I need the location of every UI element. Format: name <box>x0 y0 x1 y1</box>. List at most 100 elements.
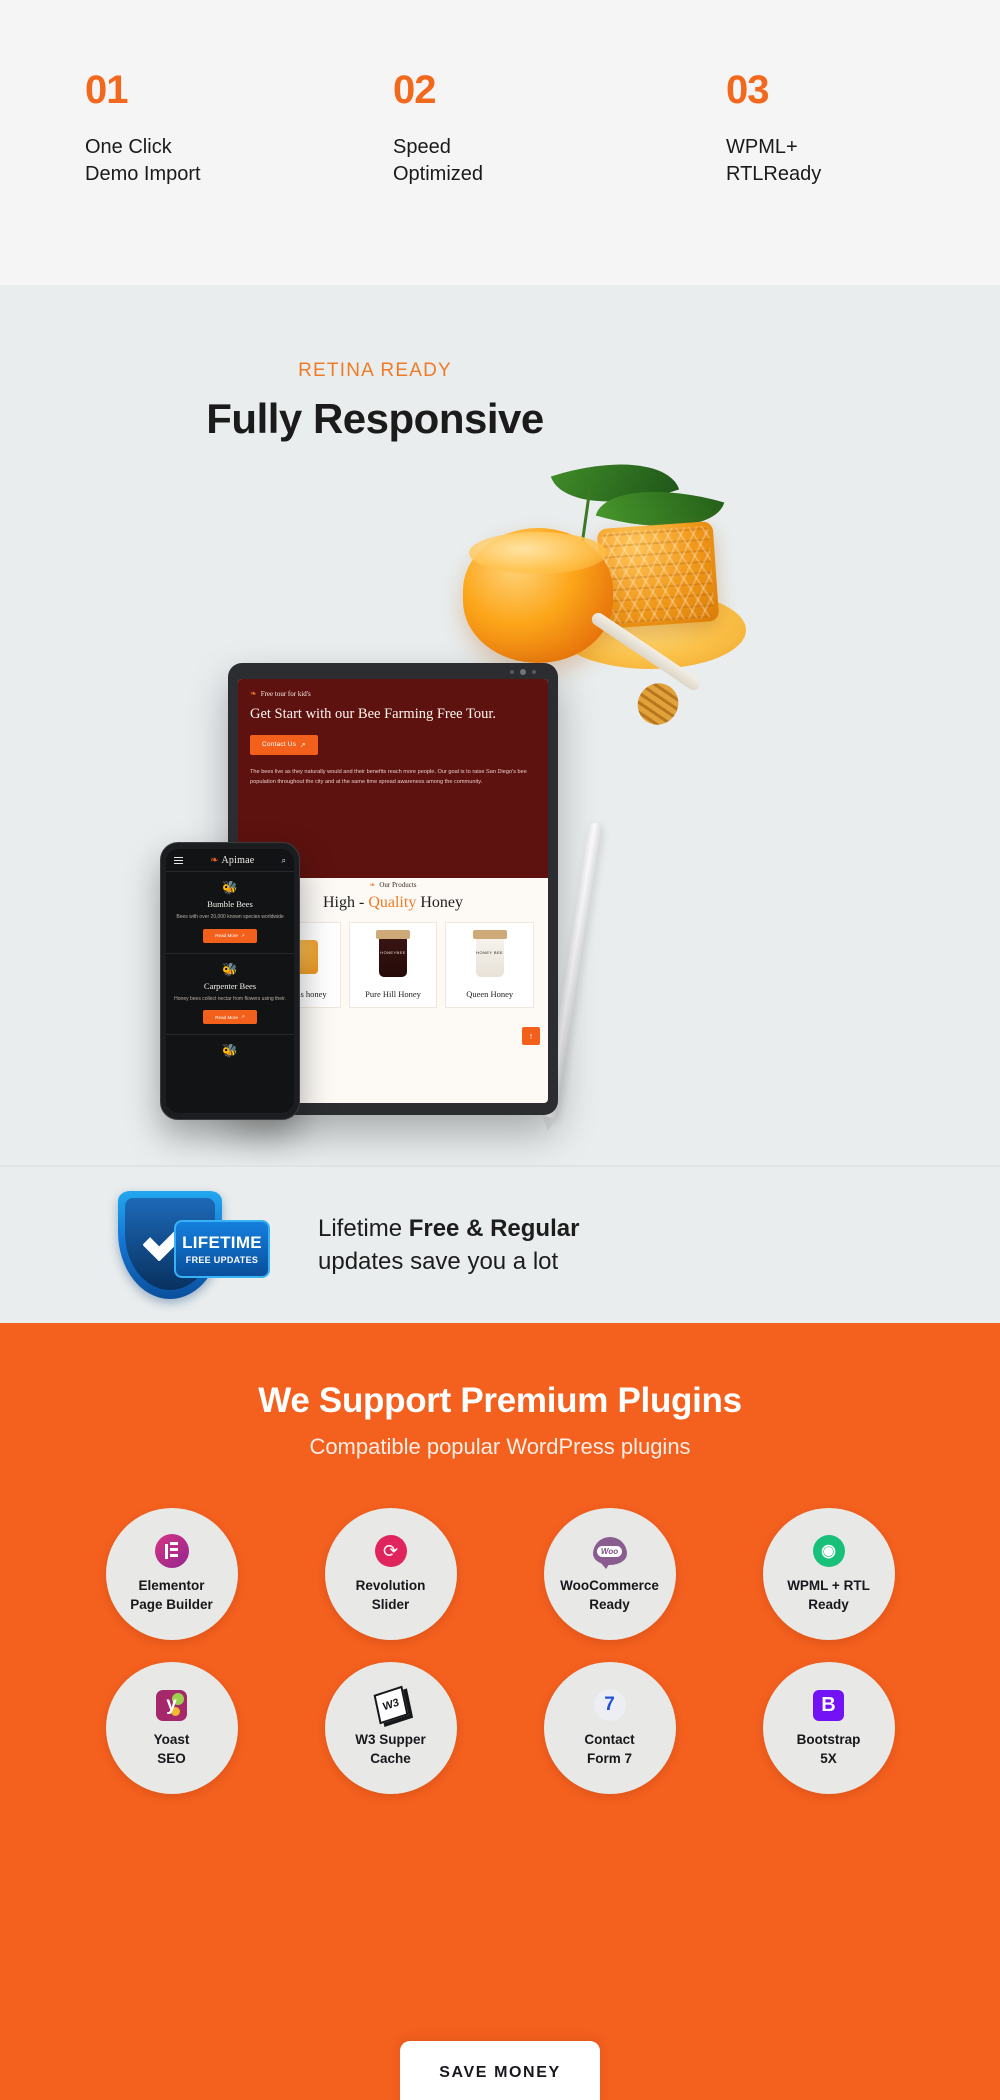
tablet-products-eyebrow-label: Our Products <box>379 881 417 889</box>
plugin-yoast-seo[interactable]: y Yoast SEO <box>105 1662 238 1794</box>
feature-label: WPML+ RTLReady <box>726 136 822 185</box>
phone-card-title: Carpenter Bees <box>203 980 257 991</box>
camera-dot-icon <box>510 670 514 674</box>
tablet-headline: Get Start with our Bee Farming Free Tour… <box>250 706 496 722</box>
tablet-contact-label: Contact Us <box>262 741 297 749</box>
bee-icon: ❧ <box>369 881 376 889</box>
products-title-part2: Honey <box>416 894 463 911</box>
plugin-label: Yoast SEO <box>153 1732 190 1766</box>
hero-title: Fully Responsive <box>206 395 544 442</box>
product-card[interactable]: HONEY BEE Queen Honey <box>445 922 535 1009</box>
phone-read-more-button[interactable]: Read More ↗ <box>203 928 257 943</box>
tablet-hero-block: ❧ Free tour for kid's Get Start with our… <box>238 679 548 878</box>
plugins-grid: Elementor Page Builder ⟳ Revolution Slid… <box>0 1508 1000 1794</box>
camera-lens-icon <box>520 669 526 675</box>
feature-number: 03 <box>726 68 770 112</box>
dark-jar-product-image: HONEYBEE <box>354 930 433 983</box>
hamburger-menu-icon[interactable] <box>174 856 183 865</box>
plugin-w3-super-cache[interactable]: W3 W3 Supper Cache <box>324 1662 457 1794</box>
products-title-part1: High - <box>323 894 369 911</box>
bee-icon: ❧ <box>210 855 219 866</box>
jar-label: HONEYBEE <box>380 950 406 955</box>
bee-icon: 🐝 <box>221 880 239 895</box>
features-section: 01 One Click Demo Import 02 Speed Optimi… <box>0 0 1000 285</box>
hero-eyebrow: RETINA READY <box>298 360 452 381</box>
feature-label: One Click Demo Import <box>85 136 201 185</box>
plugin-elementor[interactable]: Elementor Page Builder <box>105 1508 238 1640</box>
feature-item-2: 02 Speed Optimized <box>333 70 666 285</box>
lifetime-text-part2: updates save you a lot <box>318 1248 559 1275</box>
save-money-button[interactable]: SAVE MONEY <box>400 2041 600 2100</box>
badge-line-1: LIFETIME <box>182 1232 262 1252</box>
jar-label: HONEY BEE <box>476 950 504 955</box>
phone-card-text: Bees with over 20,000 known species worl… <box>176 914 284 920</box>
feature-number: 01 <box>85 68 129 112</box>
feature-label: Speed Optimized <box>393 136 484 185</box>
phone-navbar: ❧ Apimae ⌕ <box>166 849 294 871</box>
product-name: Pure Hill Honey <box>365 989 421 999</box>
phone-mockup: ❧ Apimae ⌕ 🐝 Bumble Bees Bees with over … <box>160 842 300 1120</box>
lifetime-free-updates-badge: LIFETIME FREE UPDATES <box>118 1191 270 1299</box>
search-icon[interactable]: ⌕ <box>282 856 286 866</box>
plugin-wpml[interactable]: ◉ WPML + RTL Ready <box>762 1508 895 1640</box>
lifetime-text: Lifetime Free & Regular updates save you… <box>318 1212 579 1278</box>
bootstrap-icon: B <box>812 1688 846 1722</box>
phone-logo[interactable]: ❧ Apimae <box>210 855 254 866</box>
wpml-icon: ◉ <box>812 1534 846 1568</box>
product-name: Queen Honey <box>466 989 514 999</box>
feature-item-1: 01 One Click Demo Import <box>0 70 333 285</box>
plugin-label: Revolution Slider <box>355 1578 426 1612</box>
plugin-label: Bootstrap 5X <box>796 1732 861 1766</box>
tablet-paragraph: The bees live as they naturally would an… <box>250 768 527 785</box>
plugin-revolution-slider[interactable]: ⟳ Revolution Slider <box>324 1508 457 1640</box>
bee-icon: ❧ <box>250 689 257 698</box>
arrow-up-right-icon: ↗ <box>300 741 306 749</box>
plugin-label: WPML + RTL Ready <box>787 1578 870 1612</box>
plugin-bootstrap[interactable]: B Bootstrap 5X <box>762 1662 895 1794</box>
bee-icon: 🐝 <box>221 961 239 977</box>
lifetime-badge-plate: LIFETIME FREE UPDATES <box>174 1220 270 1278</box>
tablet-contact-button[interactable]: Contact Us ↗ <box>250 734 318 755</box>
plugin-label: W3 Supper Cache <box>355 1732 426 1766</box>
landing-page: 01 One Click Demo Import 02 Speed Optimi… <box>0 0 1000 2100</box>
tablet-eyebrow: ❧ Free tour for kid's <box>250 689 536 698</box>
plugins-subtitle: Compatible popular WordPress plugins <box>309 1434 691 1459</box>
tablet-camera-icons <box>510 669 536 675</box>
phone-read-more-label: Read More <box>215 1014 238 1020</box>
plugin-label: WooCommerce Ready <box>560 1578 659 1612</box>
phone-logo-text: Apimae <box>221 855 255 866</box>
lifetime-updates-section: LIFETIME FREE UPDATES Lifetime Free & Re… <box>0 1165 1000 1323</box>
plugin-woocommerce[interactable]: Woo WooCommerce Ready <box>543 1508 676 1640</box>
badge-line-2: FREE UPDATES <box>185 1254 259 1265</box>
yoast-seo-icon: y <box>155 1688 189 1722</box>
woocommerce-icon: Woo <box>592 1534 627 1570</box>
phone-card-partial: 🐝 <box>166 1034 294 1067</box>
contact-form-7-icon: 7 <box>593 1688 627 1722</box>
w3-super-cache-icon: W3 <box>373 1685 408 1725</box>
white-jar-product-image: HONEY BEE <box>450 930 529 983</box>
honey-jar-image <box>463 528 613 663</box>
phone-read-more-label: Read More <box>215 933 238 938</box>
product-card[interactable]: HONEYBEE Pure Hill Honey <box>348 922 438 1009</box>
tablet-eyebrow-label: Free tour for kid's <box>260 689 311 698</box>
phone-read-more-button[interactable]: Read More ↗ <box>203 1010 257 1024</box>
plugins-title: We Support Premium Plugins <box>258 1381 742 1420</box>
responsive-hero-section: RETINA READY Fully Responsive ❧ Free tou… <box>0 285 1000 1165</box>
honeycomb-image <box>596 521 720 629</box>
elementor-icon <box>154 1534 189 1569</box>
phone-card: 🐝 Carpenter Bees Honey bees collect nect… <box>166 952 294 1035</box>
bee-icon: 🐝 <box>221 1043 239 1058</box>
plugin-contact-form-7[interactable]: 7 Contact Form 7 <box>543 1662 676 1794</box>
sensor-dot-icon <box>532 670 536 674</box>
lifetime-text-bold: Free & Regular <box>408 1214 580 1242</box>
scroll-to-top-button[interactable]: ↑ <box>522 1027 540 1045</box>
phone-card-text: Honey bees collect nectar from flowers u… <box>174 995 286 1002</box>
plugin-label: Contact Form 7 <box>584 1732 635 1766</box>
honey-dipper-head-icon <box>629 675 687 733</box>
arrow-up-right-icon: ↗ <box>240 1014 245 1019</box>
phone-card: 🐝 Bumble Bees Bees with over 20,000 know… <box>166 871 294 953</box>
arrow-up-right-icon: ↗ <box>240 932 245 938</box>
plugin-label: Elementor Page Builder <box>130 1578 213 1612</box>
revolution-slider-icon: ⟳ <box>374 1534 408 1568</box>
feature-number: 02 <box>393 68 437 112</box>
